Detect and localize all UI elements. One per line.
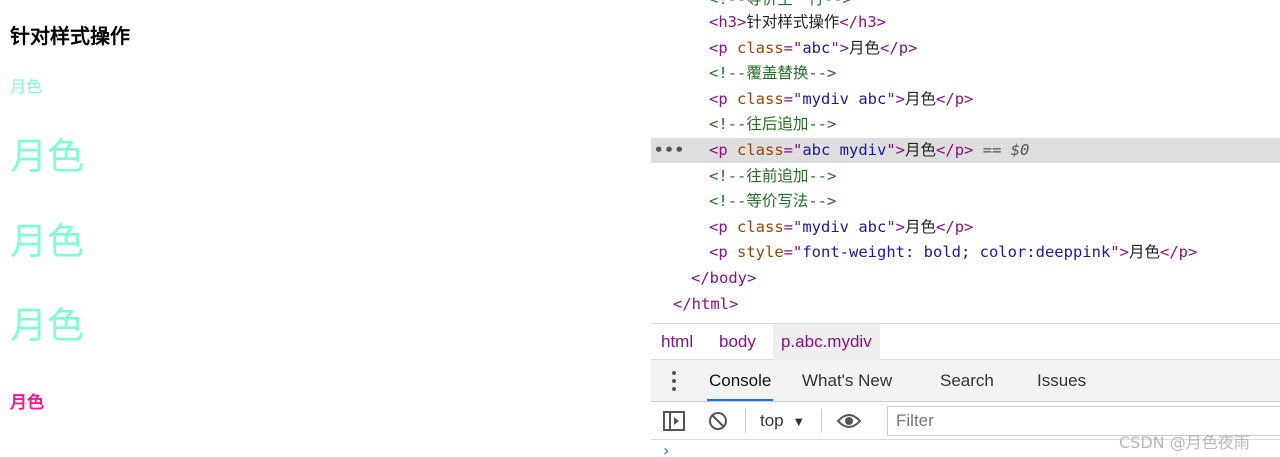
code-line[interactable]: <!--往前追加--> <box>651 164 1280 189</box>
code-line[interactable]: <h3>针对样式操作</h3> <box>651 10 1280 35</box>
rendered-page: 针对样式操作 月色 月色 月色 月色 月色 <box>0 0 640 457</box>
code-line[interactable]: <!--等价写法--> <box>651 189 1280 214</box>
paragraph-mydiv-abc: 月色 <box>10 135 84 178</box>
page-heading: 针对样式操作 <box>10 24 130 48</box>
paragraph-abc-mydiv: 月色 <box>10 220 84 263</box>
code-line[interactable]: <p class="mydiv abc">月色</p> <box>651 87 1280 112</box>
code-line[interactable]: <p style="font-weight: bold; color:deepp… <box>651 240 1280 265</box>
drawer-tabbar: Console What's New Search Issues <box>651 360 1280 402</box>
breadcrumb-p-abc-mydiv[interactable]: p.abc.mydiv <box>773 324 880 360</box>
context-selector[interactable]: top ▼ <box>760 402 805 440</box>
toolbar-divider-2 <box>821 409 822 433</box>
code-line[interactable]: </body> <box>651 266 1280 291</box>
code-line[interactable]: <p class="abc">月色</p> <box>651 36 1280 61</box>
context-label: top <box>760 411 784 430</box>
code-line[interactable]: <p class="abc mydiv">月色</p> == $0 ••• <box>651 138 1280 163</box>
tab-issues[interactable]: Issues <box>1035 360 1088 401</box>
caret-down-icon: ▼ <box>792 414 806 429</box>
tab-search[interactable]: Search <box>938 360 996 401</box>
toolbar-divider <box>745 409 746 433</box>
sidebar-toggle-icon[interactable] <box>663 411 685 436</box>
code-line[interactable]: <p class="mydiv abc">月色</p> <box>651 215 1280 240</box>
tab-console[interactable]: Console <box>707 360 774 401</box>
clear-console-icon[interactable] <box>708 411 728 436</box>
eye-icon[interactable] <box>836 413 862 434</box>
tab-whats-new[interactable]: What's New <box>800 360 894 401</box>
devtools-panel: <!--等价生一行--> <h3>针对样式操作</h3><p class="ab… <box>651 0 1280 457</box>
paragraph-deeppink: 月色 <box>10 393 44 413</box>
more-dots-icon[interactable]: ••• <box>654 138 685 163</box>
watermark: CSDN @月色夜雨 <box>1119 433 1250 452</box>
paragraph-mydiv-abc-2: 月色 <box>10 304 84 347</box>
code-line[interactable]: <!--覆盖替换--> <box>651 61 1280 86</box>
kebab-menu-icon[interactable] <box>671 371 677 391</box>
paragraph-abc: 月色 <box>10 77 43 96</box>
breadcrumb: html body p.abc.mydiv <box>651 323 1280 360</box>
console-prompt-icon[interactable]: › <box>663 441 669 457</box>
breadcrumb-html[interactable]: html <box>653 324 701 360</box>
code-line[interactable]: </html> <box>651 292 1280 317</box>
code-line[interactable]: <!--往后追加--> <box>651 112 1280 137</box>
breadcrumb-body[interactable]: body <box>711 324 764 360</box>
